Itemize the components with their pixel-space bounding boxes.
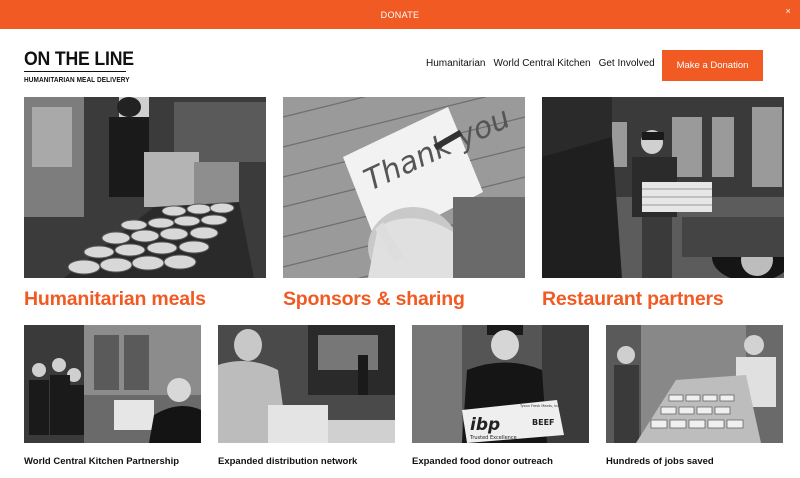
main-nav: Humanitarian World Central Kitchen Get I… (426, 58, 655, 69)
close-icon[interactable]: × (785, 7, 791, 16)
logo-title: ON THE LINE (24, 49, 134, 70)
make-donation-button[interactable]: Make a Donation (662, 50, 763, 81)
restaurant-partners-photo[interactable] (542, 97, 784, 278)
card-title-distribution-network[interactable]: Expanded distribution network (218, 456, 357, 467)
feature-title-restaurant-partners[interactable]: Restaurant partners (542, 288, 724, 311)
card-title-food-donor-outreach[interactable]: Expanded food donor outreach (412, 456, 553, 467)
nav-item-humanitarian[interactable]: Humanitarian (426, 58, 485, 69)
logo-subtitle: HUMANITARIAN MEAL DELIVERY (24, 75, 130, 84)
beef-label: BEEF (532, 418, 555, 427)
wck-partnership-photo[interactable] (24, 325, 201, 443)
banner-donate-link[interactable]: DONATE (381, 10, 420, 20)
nav-item-get-involved[interactable]: Get Involved (599, 58, 655, 69)
site-logo[interactable]: ON THE LINE HUMANITARIAN MEAL DELIVERY (24, 50, 147, 84)
feature-title-sponsors-sharing[interactable]: Sponsors & sharing (283, 288, 465, 311)
feature-title-humanitarian-meals[interactable]: Humanitarian meals (24, 288, 206, 311)
distribution-network-photo[interactable] (218, 325, 395, 443)
logo-divider (24, 71, 126, 72)
nav-item-world-central-kitchen[interactable]: World Central Kitchen (493, 58, 590, 69)
supplier-label: Tyson Fresh Meats, Inc. (519, 404, 560, 408)
ibp-tagline: Trusted Excellence (469, 435, 517, 441)
card-title-jobs-saved[interactable]: Hundreds of jobs saved (606, 456, 714, 467)
food-donor-outreach-photo[interactable]: ibp Trusted Excellence BEEF Tyson Fresh … (412, 325, 589, 443)
donate-banner: DONATE × (0, 0, 800, 29)
card-title-wck-partnership[interactable]: World Central Kitchen Partnership (24, 456, 179, 467)
sponsors-sharing-photo[interactable]: Thank you (283, 97, 525, 278)
ibp-logo: ibp (470, 415, 500, 435)
jobs-saved-photo[interactable] (606, 325, 783, 443)
humanitarian-meals-photo[interactable] (24, 97, 266, 278)
